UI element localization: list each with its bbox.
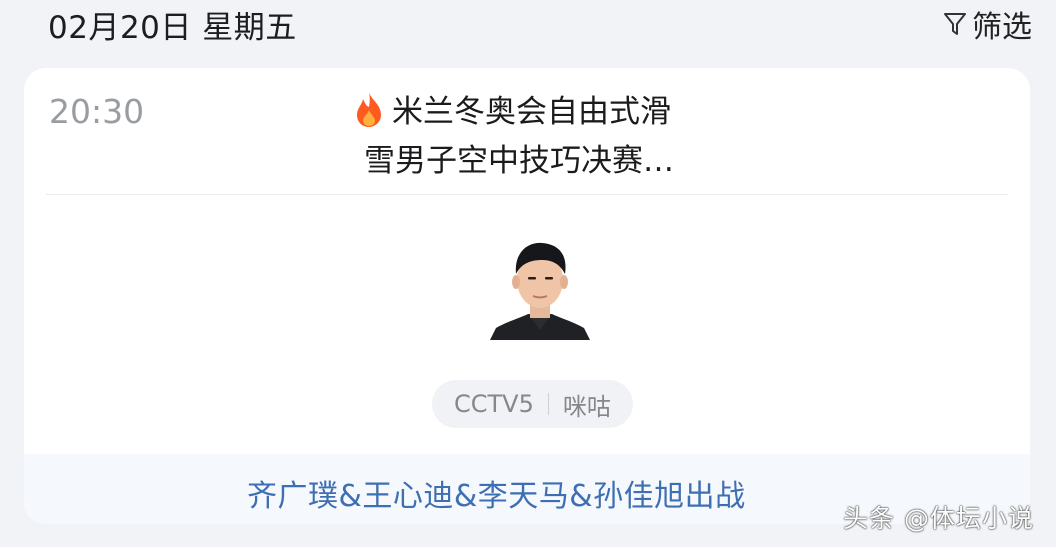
flame-icon — [352, 90, 386, 140]
channel-cctv5[interactable]: CCTV5 — [454, 390, 534, 418]
watermark: 头条 @体坛小说 — [843, 504, 1034, 533]
divider — [46, 194, 1008, 195]
date-label: 02月20日 星期五 — [48, 10, 297, 46]
event-title-line2: 雪男子空中技巧决赛… — [364, 143, 674, 179]
players-text: 齐广璞&王心迪&李天马&孙佳旭出战 — [247, 479, 746, 514]
event-title[interactable]: 米兰冬奥会自由式滑 雪男子空中技巧决赛… — [352, 90, 772, 183]
athlete-avatar[interactable] — [490, 238, 590, 340]
event-title-line1: 米兰冬奥会自由式滑 — [392, 94, 671, 130]
channel-pill: CCTV5 咪咕 — [432, 380, 633, 428]
event-card[interactable]: 20:30 米兰冬奥会自由式滑 雪男子空中技巧决赛… CCTV5 咪咕 齐广璞&… — [24, 68, 1030, 524]
channel-migu[interactable]: 咪咕 — [563, 387, 611, 422]
event-time: 20:30 — [49, 92, 145, 131]
filter-label: 筛选 — [972, 10, 1032, 45]
schedule-header: 02月20日 星期五 筛选 — [0, 0, 1056, 66]
filter-icon — [942, 10, 968, 38]
channel-separator — [547, 393, 549, 415]
filter-button[interactable]: 筛选 — [942, 2, 1032, 46]
